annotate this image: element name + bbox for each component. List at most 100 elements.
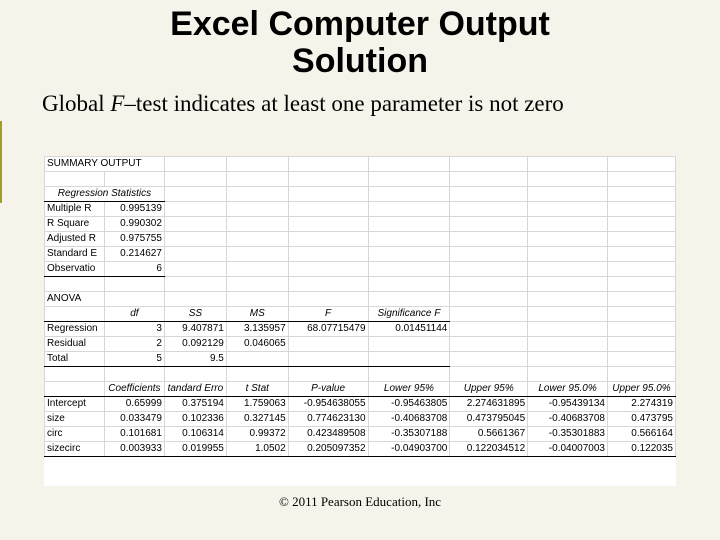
coef-cell: -0.40683708 — [368, 412, 450, 427]
anova-cell: 3.135957 — [226, 322, 288, 337]
coef-cell: -0.04007003 — [528, 442, 608, 457]
anova-cell: 9.407871 — [164, 322, 226, 337]
anova-row-label: Regression — [45, 322, 105, 337]
regstat-row: Adjusted R0.975755 — [45, 232, 676, 247]
anova-cell — [288, 352, 368, 367]
coef-row-label: size — [45, 412, 105, 427]
coef-cell: 1.0502 — [226, 442, 288, 457]
coef-cell: 0.003933 — [104, 442, 164, 457]
coef-col: Upper 95% — [450, 382, 528, 397]
regstat-value: 6 — [104, 262, 164, 277]
anova-cell — [226, 352, 288, 367]
summary-header: SUMMARY OUTPUT — [45, 157, 165, 172]
coef-row: circ 0.101681 0.106314 0.99372 0.4234895… — [45, 427, 676, 442]
coef-cell: 0.033479 — [104, 412, 164, 427]
coef-cell: -0.35301883 — [528, 427, 608, 442]
anova-cell — [368, 337, 450, 352]
anova-cell: 0.01451144 — [368, 322, 450, 337]
coef-cell: -0.35307188 — [368, 427, 450, 442]
coef-cell: -0.95463805 — [368, 397, 450, 412]
coef-cell: 1.759063 — [226, 397, 288, 412]
coef-cell: 0.205097352 — [288, 442, 368, 457]
slide-title: Excel Computer Output Solution — [0, 0, 720, 81]
regstat-label: Adjusted R — [45, 232, 105, 247]
subtitle-post: –test indicates at least one parameter i… — [124, 91, 563, 116]
regstats-header-row: Regression Statistics — [45, 187, 676, 202]
anova-col: df — [104, 307, 164, 322]
anova-title-row: ANOVA — [45, 292, 676, 307]
coef-row: Intercept 0.65999 0.375194 1.759063 -0.9… — [45, 397, 676, 412]
coef-cell: -0.95439134 — [528, 397, 608, 412]
subtitle: Global F–test indicates at least one par… — [0, 81, 720, 121]
anova-cell: 5 — [104, 352, 164, 367]
regstat-label: Observatio — [45, 262, 105, 277]
regstat-value: 0.990302 — [104, 217, 164, 232]
regstat-row: Standard E0.214627 — [45, 247, 676, 262]
anova-cell: 2 — [104, 337, 164, 352]
subtitle-f-variable: F — [110, 91, 124, 116]
anova-cell: 9.5 — [164, 352, 226, 367]
coef-cell: 0.65999 — [104, 397, 164, 412]
anova-col: MS — [226, 307, 288, 322]
coef-cell: -0.954638055 — [288, 397, 368, 412]
coef-cell: 0.375194 — [164, 397, 226, 412]
footer-copyright: © 2011 Pearson Education, Inc — [0, 494, 720, 510]
anova-cell: 0.046065 — [226, 337, 288, 352]
regstat-label: Standard E — [45, 247, 105, 262]
coef-header-row: Coefficients tandard Erro t Stat P-value… — [45, 382, 676, 397]
coef-col: P-value — [288, 382, 368, 397]
coef-col: t Stat — [226, 382, 288, 397]
coef-row-label: Intercept — [45, 397, 105, 412]
coef-col: Lower 95% — [368, 382, 450, 397]
coef-col: Upper 95.0% — [607, 382, 675, 397]
regstat-row: Multiple R0.995139 — [45, 202, 676, 217]
coef-cell: 0.473795045 — [450, 412, 528, 427]
coef-cell: 0.122035 — [607, 442, 675, 457]
coef-row: sizecirc 0.003933 0.019955 1.0502 0.2050… — [45, 442, 676, 457]
coef-cell: 0.101681 — [104, 427, 164, 442]
anova-row-label: Residual — [45, 337, 105, 352]
coef-col: Coefficients — [104, 382, 164, 397]
summary-header-row: SUMMARY OUTPUT — [45, 157, 676, 172]
excel-output-panel: SUMMARY OUTPUT Regression Statistics Mul… — [44, 156, 676, 486]
anova-col: Significance F — [368, 307, 450, 322]
regstat-row: R Square0.990302 — [45, 217, 676, 232]
subtitle-pre: Global — [42, 91, 110, 116]
coef-cell: 0.102336 — [164, 412, 226, 427]
coef-cell: 2.274631895 — [450, 397, 528, 412]
coef-cell: 0.019955 — [164, 442, 226, 457]
coef-cell: 0.473795 — [607, 412, 675, 427]
title-line-1: Excel Computer Output — [170, 5, 550, 43]
regstat-value: 0.975755 — [104, 232, 164, 247]
coef-cell: 0.106314 — [164, 427, 226, 442]
coef-cell: 0.774623130 — [288, 412, 368, 427]
excel-grid: SUMMARY OUTPUT Regression Statistics Mul… — [44, 156, 676, 457]
coef-cell: 0.423489508 — [288, 427, 368, 442]
coef-row-label: sizecirc — [45, 442, 105, 457]
coef-cell: 0.327145 — [226, 412, 288, 427]
coef-cell: -0.04903700 — [368, 442, 450, 457]
coef-cell: 2.274319 — [607, 397, 675, 412]
anova-cell — [288, 337, 368, 352]
coef-cell: -0.40683708 — [528, 412, 608, 427]
anova-title: ANOVA — [45, 292, 105, 307]
anova-col: F — [288, 307, 368, 322]
anova-col-header-row: df SS MS F Significance F — [45, 307, 676, 322]
coef-col: Lower 95.0% — [528, 382, 608, 397]
coef-row: size 0.033479 0.102336 0.327145 0.774623… — [45, 412, 676, 427]
anova-cell: 3 — [104, 322, 164, 337]
anova-row: Regression 3 9.407871 3.135957 68.077154… — [45, 322, 676, 337]
anova-row-label: Total — [45, 352, 105, 367]
regstat-value: 0.214627 — [104, 247, 164, 262]
anova-row: Total 5 9.5 — [45, 352, 676, 367]
coef-cell: 0.99372 — [226, 427, 288, 442]
regstat-row: Observatio6 — [45, 262, 676, 277]
anova-col: SS — [164, 307, 226, 322]
coef-row-label: circ — [45, 427, 105, 442]
regstat-label: R Square — [45, 217, 105, 232]
regstats-header: Regression Statistics — [45, 187, 165, 202]
anova-cell: 0.092129 — [164, 337, 226, 352]
regstat-label: Multiple R — [45, 202, 105, 217]
anova-row: Residual 2 0.092129 0.046065 — [45, 337, 676, 352]
coef-cell: 0.5661367 — [450, 427, 528, 442]
